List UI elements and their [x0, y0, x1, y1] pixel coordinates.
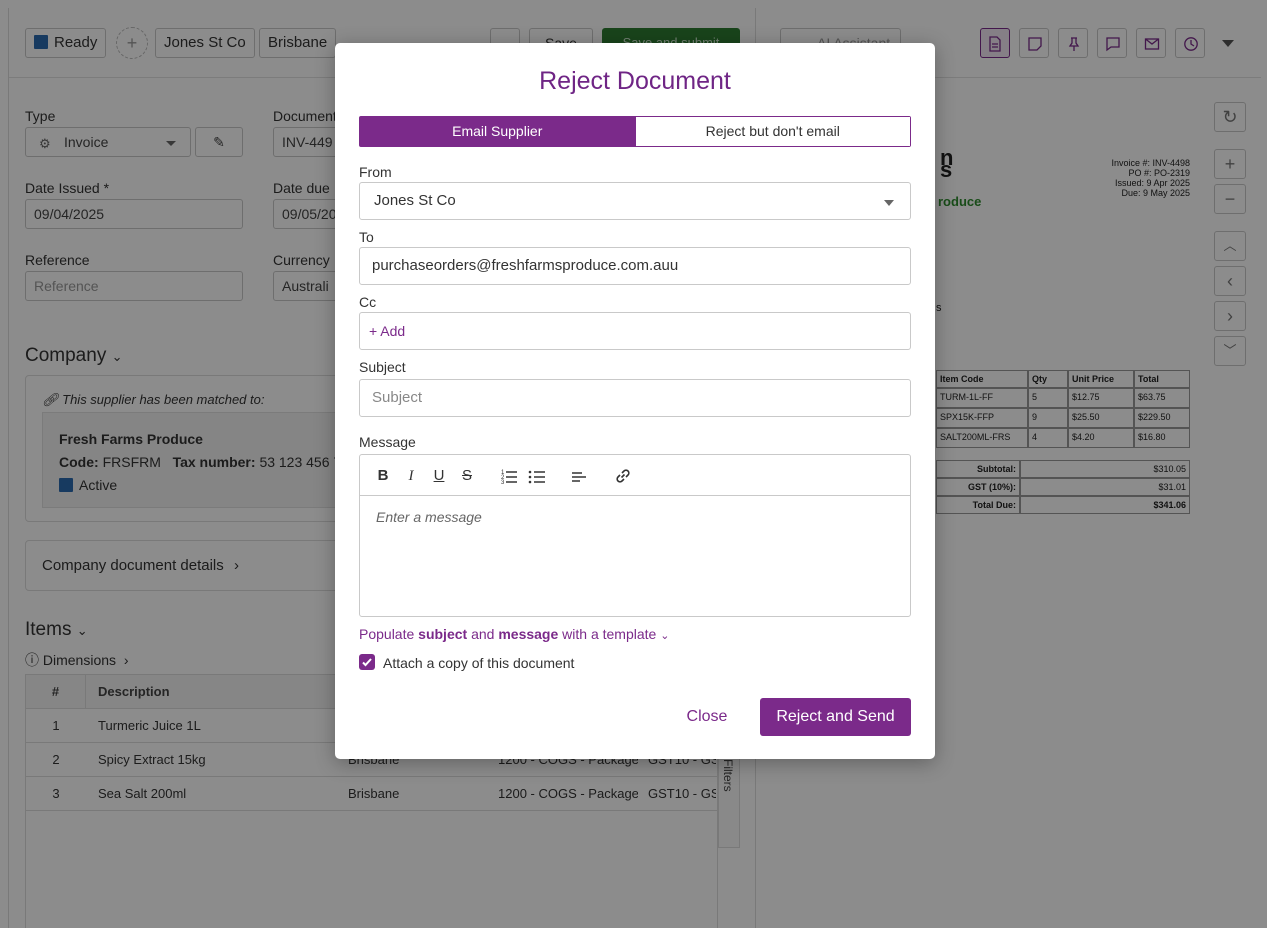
from-label: From: [359, 164, 392, 180]
template-and: and: [467, 626, 499, 642]
cc-label: Cc: [359, 294, 377, 310]
reject-and-send-button[interactable]: Reject and Send: [760, 698, 911, 736]
tab-reject-no-email[interactable]: Reject but don't email: [634, 117, 910, 146]
message-textarea[interactable]: Enter a message: [376, 509, 482, 525]
from-select[interactable]: Jones St Co: [359, 182, 911, 220]
from-value: Jones St Co: [374, 192, 456, 209]
editor-toolbar: B I U S 123: [360, 455, 910, 496]
chevron-down-icon: [884, 200, 894, 206]
message-editor: B I U S 123 Enter a message: [359, 454, 911, 617]
tab-email-supplier[interactable]: Email Supplier: [360, 117, 635, 146]
svg-text:3: 3: [501, 480, 505, 486]
template-prefix: Populate: [359, 626, 419, 642]
close-button[interactable]: Close: [675, 698, 739, 736]
reject-document-modal: Reject Document Email Supplier Reject bu…: [335, 43, 935, 759]
to-label: To: [359, 229, 374, 245]
reject-mode-toggle: Email Supplier Reject but don't email: [359, 116, 911, 147]
ordered-list-icon[interactable]: 123: [499, 466, 519, 486]
modal-title: Reject Document: [539, 67, 731, 95]
align-left-icon[interactable]: [569, 466, 589, 486]
to-input[interactable]: purchaseorders@freshfarmsproduce.com.auu: [359, 247, 911, 285]
template-message: message: [498, 626, 559, 642]
italic-icon[interactable]: I: [401, 466, 421, 486]
bold-icon[interactable]: B: [373, 466, 393, 486]
subject-input[interactable]: Subject: [359, 379, 911, 417]
cc-add-input[interactable]: + Add: [359, 312, 911, 350]
bullet-list-icon[interactable]: [527, 466, 547, 486]
template-subject: subject: [418, 626, 468, 642]
underline-icon[interactable]: U: [429, 466, 449, 486]
strikethrough-icon[interactable]: S: [457, 466, 477, 486]
attach-document-checkbox[interactable]: [359, 654, 375, 670]
attach-document-label[interactable]: Attach a copy of this document: [383, 655, 574, 671]
link-icon[interactable]: [613, 466, 633, 486]
subject-label: Subject: [359, 359, 406, 375]
template-suffix: with a template: [558, 626, 657, 642]
template-link[interactable]: Populate subject and message with a temp…: [359, 626, 669, 642]
message-label: Message: [359, 434, 416, 450]
chevron-down-icon: ⌄: [660, 630, 670, 642]
